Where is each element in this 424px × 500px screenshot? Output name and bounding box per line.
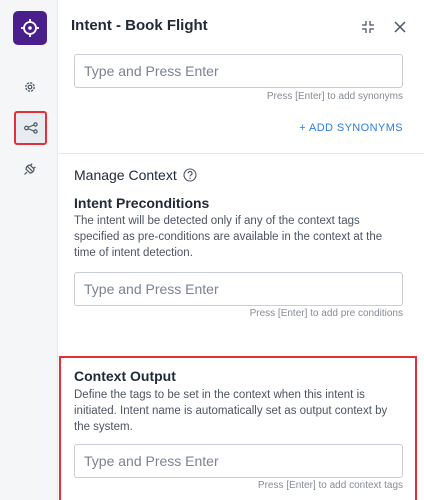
app-logo[interactable] — [13, 11, 47, 45]
plug-icon — [24, 163, 36, 175]
context-output-input[interactable] — [74, 444, 403, 478]
close-icon — [394, 21, 406, 33]
synonyms-input[interactable] — [74, 54, 403, 88]
synonyms-hint: Press [Enter] to add synonyms — [266, 91, 403, 102]
preconditions-title: Intent Preconditions — [74, 195, 210, 211]
help-icon[interactable] — [183, 168, 197, 182]
section-divider — [58, 153, 424, 154]
context-output-hint: Press [Enter] to add context tags — [257, 480, 403, 491]
gear-icon — [25, 82, 35, 92]
flow-icon — [23, 122, 38, 134]
preconditions-hint: Press [Enter] to add pre conditions — [249, 308, 403, 319]
intent-form: Press [Enter] to add synonyms + ADD SYNO… — [58, 48, 424, 500]
rail-plugin-button[interactable] — [15, 154, 45, 184]
page-title: Intent - Book Flight — [71, 17, 208, 34]
close-button[interactable] — [390, 17, 410, 37]
rail-settings-button[interactable] — [15, 72, 45, 102]
context-output-description: Define the tags to be set in the context… — [74, 389, 388, 433]
context-output-title: Context Output — [74, 368, 176, 384]
manage-context-heading: Manage Context — [74, 167, 197, 183]
manage-context-title: Manage Context — [74, 167, 177, 183]
collapse-button[interactable] — [358, 17, 378, 37]
add-synonyms-button[interactable]: + ADD SYNONYMS — [299, 122, 403, 134]
crosshair-icon — [21, 19, 39, 37]
collapse-icon — [362, 21, 374, 33]
preconditions-input[interactable] — [74, 272, 403, 306]
left-rail — [0, 0, 58, 500]
rail-flow-button[interactable] — [14, 111, 47, 145]
preconditions-description: The intent will be detected only if any … — [74, 215, 383, 259]
